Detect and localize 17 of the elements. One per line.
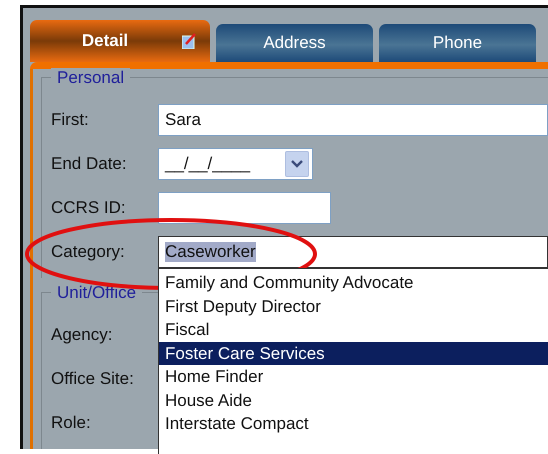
tab[interactable]: Address: [216, 24, 373, 62]
tab[interactable]: Phone: [379, 24, 536, 62]
list-option[interactable]: Foster Care Services: [159, 342, 548, 365]
date-field[interactable]: __/__/____: [158, 148, 313, 180]
dropdown-button[interactable]: [285, 151, 309, 177]
field-label: Role:: [51, 413, 92, 433]
field-label: Agency:: [51, 325, 114, 345]
combo-box[interactable]: Caseworker: [158, 236, 548, 268]
field-label: End Date:: [51, 154, 128, 174]
text-field[interactable]: Sara: [158, 104, 548, 136]
field-label: First:: [51, 110, 90, 130]
input-field[interactable]: [158, 192, 331, 224]
field-label: Category:: [51, 242, 126, 262]
field-label: Office Site:: [51, 369, 135, 389]
chevron-down-icon: [291, 160, 303, 168]
field-label: CCRS ID:: [51, 198, 127, 218]
tab[interactable]: Detail: [30, 20, 210, 62]
